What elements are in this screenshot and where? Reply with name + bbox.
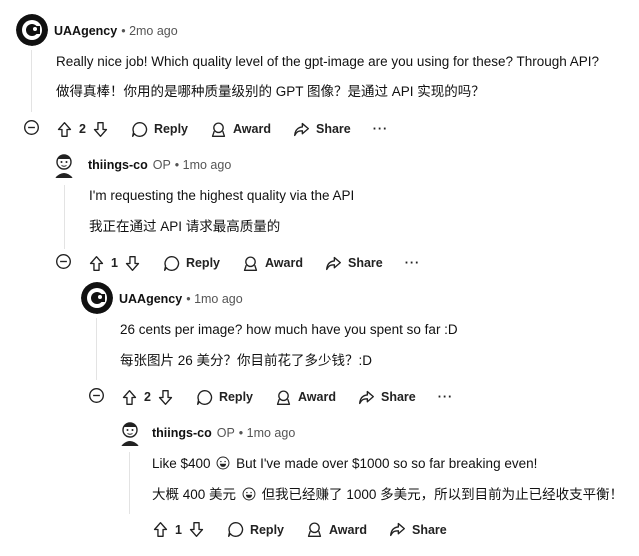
reply-label: Reply (153, 122, 188, 136)
vote-group: 1 (152, 521, 205, 538)
author-name[interactable]: thiings-co (152, 426, 212, 440)
share-label: Share (411, 522, 447, 537)
award-label: Award (329, 522, 367, 537)
reply-icon (131, 121, 148, 137)
thread-line (31, 50, 32, 112)
timestamp: • 1mo ago (186, 292, 243, 306)
cartoon-person-icon (114, 416, 146, 448)
timestamp: • 1mo ago (174, 158, 232, 172)
award-button[interactable]: Award (242, 255, 303, 272)
upvote-icon[interactable] (56, 121, 73, 138)
award-icon (243, 255, 258, 271)
avatar[interactable] (81, 282, 113, 314)
share-icon (359, 390, 374, 404)
downvote-icon[interactable] (124, 255, 141, 272)
vote-group: 2 (121, 389, 174, 406)
author-name[interactable]: UAAgency (54, 24, 117, 38)
comment-translation-line: 大概 400 美元 但我已经赚了 1000 多美元，所以到目前为止已经收支平衡！ (152, 483, 623, 503)
more-button[interactable]: ··· (438, 390, 454, 404)
share-icon (326, 256, 341, 270)
award-button[interactable]: Award (306, 521, 367, 538)
downvote-icon[interactable] (92, 121, 109, 138)
reply-button[interactable]: Reply (131, 121, 188, 138)
share-button[interactable]: Share (293, 121, 351, 138)
comment-translation-part: 大概 400 美元 (152, 487, 237, 502)
upvote-icon[interactable] (88, 255, 105, 272)
reply-button[interactable]: Reply (163, 255, 220, 272)
award-icon (276, 389, 291, 405)
downvote-icon[interactable] (157, 389, 174, 406)
comment-translation: 做得真棒！你用的是哪种质量级别的 GPT 图像？是通过 API 实现的吗？ (56, 84, 485, 99)
collapse-icon (24, 120, 39, 135)
reply-label: Reply (185, 256, 220, 270)
timestamp: • 2mo ago (121, 24, 178, 38)
thread-line (64, 185, 65, 249)
award-label: Award (233, 122, 271, 136)
collapse-button[interactable] (23, 119, 40, 139)
comment-text: 26 cents per image? how much have you sp… (120, 322, 458, 337)
share-label: Share (380, 390, 416, 404)
award-icon (211, 121, 226, 137)
share-button[interactable]: Share (389, 521, 447, 538)
comment-text: I'm requesting the highest quality via t… (89, 188, 355, 203)
award-button[interactable]: Award (275, 389, 336, 406)
vote-count: 2 (144, 390, 151, 404)
share-button[interactable]: Share (358, 389, 416, 406)
collapse-icon (56, 254, 71, 269)
reply-icon (196, 389, 213, 405)
reply-button[interactable]: Reply (196, 389, 253, 406)
timestamp: • 1mo ago (238, 426, 296, 440)
award-button[interactable]: Award (210, 121, 271, 138)
reply-icon (163, 255, 180, 271)
author-name[interactable]: UAAgency (119, 292, 182, 306)
vote-count: 1 (175, 522, 182, 537)
comment-text: Really nice job! Which quality level of … (56, 54, 600, 69)
share-button[interactable]: Share (325, 255, 383, 272)
share-icon (390, 522, 405, 537)
grin-emoji-icon (242, 487, 256, 501)
ua-logo-icon (81, 282, 113, 314)
reply-label: Reply (249, 522, 284, 537)
thread-line (96, 318, 97, 380)
comment-text-part: But I've made over $1000 so so far break… (236, 456, 538, 471)
vote-count: 2 (79, 122, 86, 136)
more-button[interactable]: ··· (405, 256, 421, 270)
thread-line (129, 452, 130, 514)
avatar[interactable] (48, 148, 80, 180)
grin-emoji-icon (216, 456, 230, 470)
reply-icon (227, 522, 244, 537)
cartoon-person-icon (48, 148, 80, 180)
award-icon (307, 522, 322, 537)
share-label: Share (315, 122, 351, 136)
comment-translation-part: 但我已经赚了 1000 多美元，所以到目前为止已经收支平衡！ (261, 487, 624, 502)
collapse-button[interactable] (88, 387, 105, 407)
vote-group: 1 (88, 255, 141, 272)
reply-button[interactable]: Reply (227, 521, 284, 538)
op-badge: OP (152, 158, 171, 172)
comment-translation: 每张图片 26 美分？你目前花了多少钱？:D (120, 353, 373, 368)
award-label: Award (265, 256, 303, 270)
share-icon (294, 122, 309, 136)
award-label: Award (298, 390, 336, 404)
comment-translation: 我正在通过 API 请求最高质量的 (89, 219, 281, 234)
downvote-icon[interactable] (188, 521, 205, 538)
avatar[interactable] (114, 416, 146, 448)
comment-text-line: Like $400 But I've made over $1000 so so… (152, 456, 537, 471)
vote-count: 1 (111, 256, 118, 270)
comment-text-part: Like $400 (152, 456, 211, 471)
share-label: Share (347, 256, 383, 270)
upvote-icon[interactable] (152, 521, 169, 538)
reply-label: Reply (218, 390, 253, 404)
author-name[interactable]: thiings-co (88, 158, 148, 172)
collapse-button[interactable] (55, 253, 72, 273)
avatar[interactable] (16, 14, 48, 46)
op-badge: OP (216, 426, 235, 440)
vote-group: 2 (56, 121, 109, 138)
more-button[interactable]: ··· (373, 122, 389, 136)
ua-logo-icon (16, 14, 48, 46)
upvote-icon[interactable] (121, 389, 138, 406)
collapse-icon (89, 388, 104, 403)
